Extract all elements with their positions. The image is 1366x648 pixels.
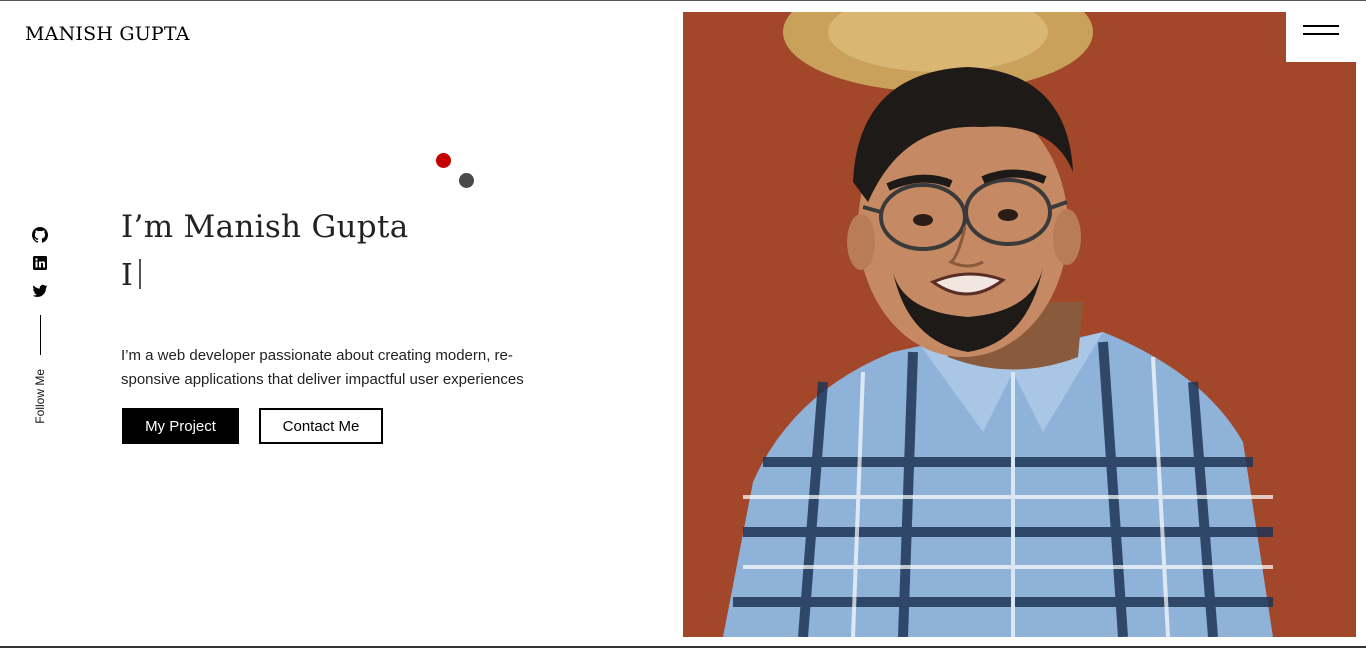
social-links: Follow Me <box>30 227 50 424</box>
github-icon <box>32 227 48 243</box>
hero-title: I’m Manish Gupta <box>121 209 409 245</box>
hamburger-menu-button[interactable] <box>1286 1 1356 62</box>
hamburger-menu-icon <box>1303 25 1339 27</box>
brand-logo[interactable]: MANISH GUPTA <box>25 23 190 45</box>
profile-photo <box>683 12 1356 637</box>
follow-me-label: Follow Me <box>33 369 47 424</box>
typing-caret <box>138 259 141 289</box>
contact-me-button[interactable]: Contact Me <box>259 408 383 444</box>
hero-description: I’m a web developer passionate about cre… <box>121 347 524 388</box>
typed-text-value: I <box>121 258 133 293</box>
follow-divider <box>39 315 41 355</box>
page: MANISH GUPTA Follow Me I’m Manish Gupta … <box>0 0 1366 648</box>
profile-photo-illustration <box>683 12 1356 637</box>
my-project-button[interactable]: My Project <box>122 408 239 444</box>
twitter-icon <box>32 284 48 297</box>
linkedin-link[interactable] <box>32 255 48 271</box>
github-link[interactable] <box>32 227 48 243</box>
typed-text: I <box>121 258 141 293</box>
linkedin-icon <box>33 256 47 270</box>
twitter-link[interactable] <box>32 283 48 299</box>
hamburger-menu-icon <box>1303 33 1339 35</box>
red-dot-decoration <box>436 153 451 168</box>
gray-dot-decoration <box>459 173 474 188</box>
